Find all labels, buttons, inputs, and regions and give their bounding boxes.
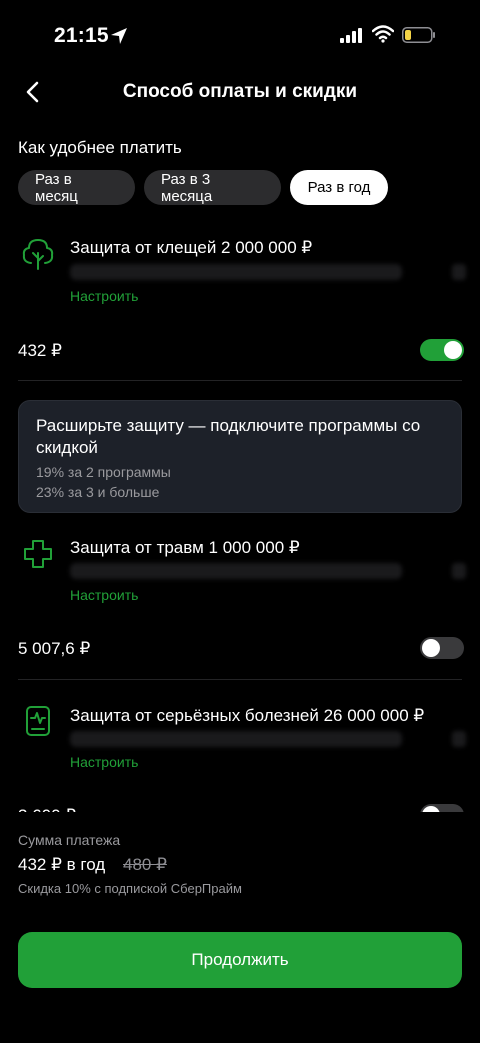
monitor-icon [26, 706, 50, 736]
wifi-icon [372, 25, 394, 43]
battery-icon [402, 27, 435, 43]
tree-icon [22, 239, 54, 270]
program-title: Защита от травм 1 000 000 ₽ [70, 538, 300, 557]
payment-summary-sheet: Сумма платежа 432 ₽ в год 480 ₽ Скидка 1… [0, 812, 480, 1043]
promo-discount-2: 19% за 2 программы [36, 464, 171, 480]
discount-promo-card: Расширьте защиту — подключите программы … [18, 400, 462, 513]
tab-yearly[interactable]: Раз в год [290, 170, 388, 205]
promo-discount-3: 23% за 3 и больше [36, 484, 160, 500]
configure-link[interactable]: Настроить [70, 754, 138, 770]
program-description-blurred-end [452, 731, 466, 747]
promo-title: Расширьте защиту — подключите программы … [36, 416, 421, 457]
payment-frequency-label: Как удобнее платить [18, 138, 182, 157]
program-description-blurred [70, 563, 402, 579]
location-arrow-icon [111, 28, 127, 44]
tab-quarterly[interactable]: Раз в 3 месяца [144, 170, 281, 205]
toggle-knob [422, 639, 440, 657]
status-bar: 21:15 [0, 0, 480, 72]
program-description-blurred-end [452, 264, 466, 280]
payment-old-price: 480 ₽ [123, 855, 167, 874]
divider [18, 679, 462, 680]
program-description-blurred [70, 264, 402, 280]
status-time: 21:15 [54, 24, 109, 47]
program-price: 5 007,6 ₽ [18, 639, 91, 658]
continue-button[interactable]: Продолжить [18, 932, 462, 988]
program-title: Защита от серьёзных болезней 26 000 000 … [70, 706, 425, 725]
payment-frequency-tabs: Раз в месяц Раз в 3 месяца Раз в год [18, 170, 388, 205]
divider [18, 380, 462, 381]
program-toggle[interactable] [420, 339, 464, 361]
cellular-signal-icon [340, 28, 362, 43]
header: Способ оплаты и скидки [0, 72, 480, 116]
configure-link[interactable]: Настроить [70, 288, 138, 304]
payment-sum-price: 432 ₽ в год [18, 855, 106, 874]
program-description-blurred [70, 731, 402, 747]
program-title: Защита от клещей 2 000 000 ₽ [70, 238, 313, 257]
page-title: Способ оплаты и скидки [122, 81, 358, 102]
tab-monthly[interactable]: Раз в месяц [18, 170, 135, 205]
payment-sum-label: Сумма платежа [18, 832, 121, 848]
configure-link[interactable]: Настроить [70, 587, 138, 603]
program-description-blurred-end [452, 563, 466, 579]
program-price: 432 ₽ [18, 341, 62, 360]
cross-icon [24, 540, 52, 568]
discount-note: Скидка 10% с подпиской СберПрайм [18, 881, 242, 896]
toggle-knob [444, 341, 462, 359]
program-toggle[interactable] [420, 637, 464, 659]
